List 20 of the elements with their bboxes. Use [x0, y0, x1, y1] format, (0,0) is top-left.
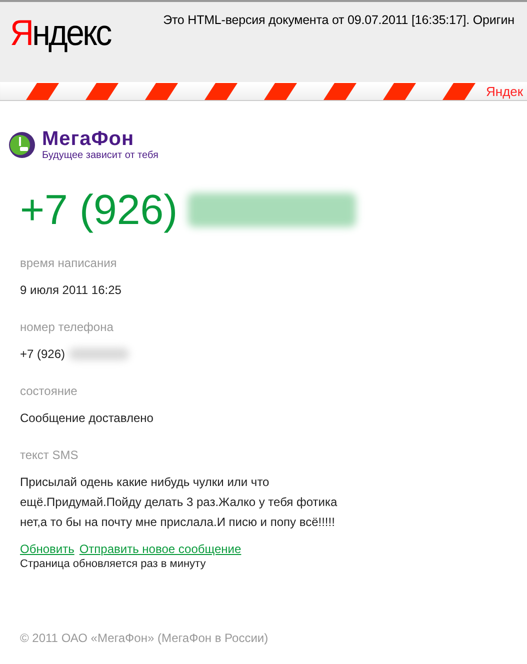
- redaction-blur: [69, 348, 130, 360]
- yandex-link[interactable]: Яндек: [486, 84, 524, 99]
- brand-name: МегаФон: [42, 128, 136, 150]
- archive-notice: Это HTML-версия документа от 09.07.2011 [16:35:17]. Оригин: [163, 13, 514, 27]
- yandex-logo[interactable]: Яндекс: [10, 12, 110, 54]
- field-label: время написания: [20, 256, 118, 270]
- field-value: Сообщение доставлено: [20, 410, 154, 427]
- globe-icon: [8, 131, 36, 159]
- link[interactable]: Обновить: [20, 542, 74, 556]
- field-value: +7 (926): [20, 346, 66, 363]
- link[interactable]: Отправить новое сообщение: [79, 542, 242, 556]
- field-value: Присылай одень какие нибудь чулки или что ещё.Придумай.Пойду делать 3 раз.Жалко у тебя фотика нет,а то бы на почту мне прислала.И писю и попу всё!!!!!: [20, 474, 338, 531]
- field-label: текст SMS: [20, 448, 80, 462]
- field-label: номер телефона: [20, 320, 114, 334]
- refresh-note: Страница обновляется раз в минуту: [20, 558, 207, 570]
- field-label: состояние: [20, 384, 78, 398]
- field-value: 9 июля 2011 16:25: [20, 282, 122, 299]
- brand-tagline: Будущее зависит от тебя: [42, 150, 158, 162]
- copyright-text: © 2011 ОАО «МегаФон» (МегаФон в России): [20, 631, 270, 645]
- phone-heading: +7 (926): [20, 186, 178, 234]
